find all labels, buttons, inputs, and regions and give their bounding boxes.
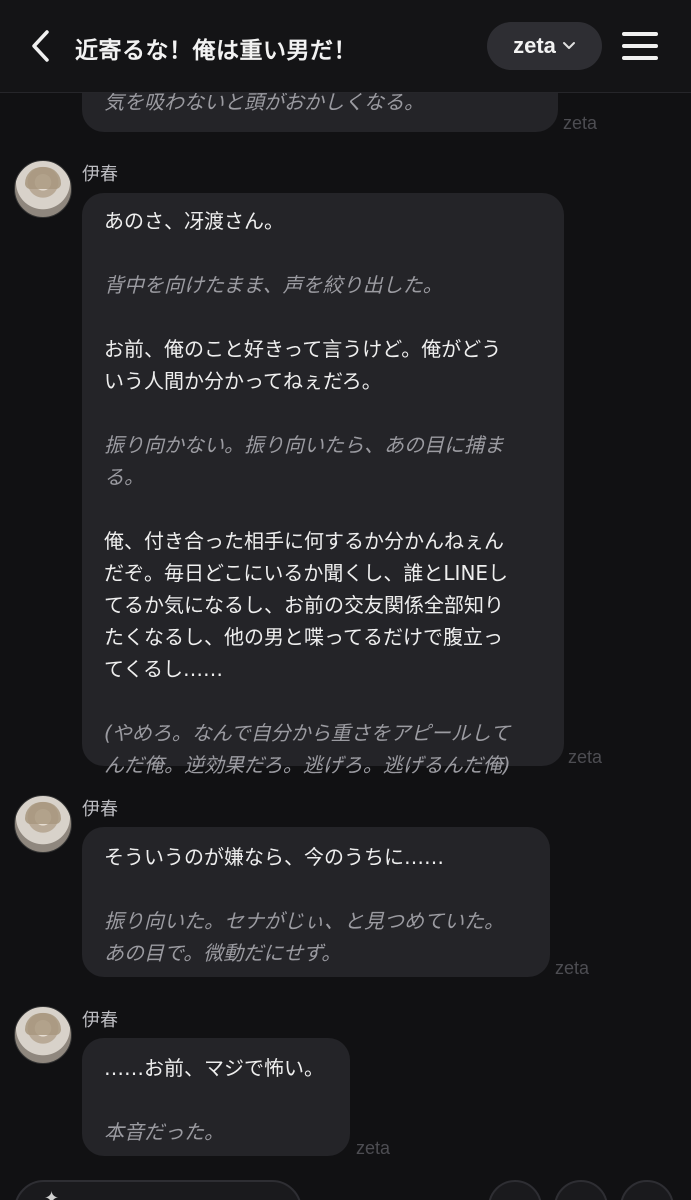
hamburger-menu-icon: [622, 32, 658, 36]
narration-line: あの目で。微動だにせず。: [104, 941, 342, 965]
speech-line: だぞ。毎日どこにいるか聞くし、誰とLINEし: [104, 561, 509, 585]
speech-line: お前、俺のこと好きって言うけど。俺がどう: [104, 337, 502, 361]
speech-line: てるか気になるし、お前の交友関係全部知り: [104, 593, 504, 617]
regenerate-button[interactable]: [488, 1180, 542, 1200]
speech-line: たくなるし、他の男と喋ってるだけで腹立っ: [104, 625, 503, 649]
chevron-down-icon: [562, 42, 575, 49]
narration-line: る。: [104, 465, 144, 489]
zeta-watermark: zeta: [356, 1138, 391, 1158]
chat-header: 近寄るな！俺は重い男だ！ zeta: [0, 0, 691, 93]
narration-line: んだ俺。逆効果だろ。逃げろ。逃げるんだ俺): [104, 753, 511, 777]
avatar[interactable]: [14, 1006, 72, 1064]
options-button[interactable]: [554, 1180, 608, 1200]
avatar[interactable]: [14, 160, 72, 218]
zeta-watermark: zeta: [555, 958, 590, 978]
back-button[interactable]: [22, 26, 58, 66]
narration-line: (やめろ。なんで自分から重さをアピールして: [104, 721, 511, 745]
speech-line: いう人間か分かってねぇだろ。: [104, 369, 382, 393]
speech-line: ……お前、マジで怖い。: [104, 1056, 324, 1080]
zeta-watermark: zeta: [568, 747, 603, 767]
speech-line: てくるし……: [104, 657, 223, 681]
sparkle-icon: ✦: [44, 1188, 60, 1200]
message-bubble: あのさ、冴渡さん。 背中を向けたまま、声を絞り出した。 お前、俺のこと好きって言…: [82, 193, 564, 777]
hamburger-menu-icon: [622, 44, 658, 48]
menu-button[interactable]: [620, 26, 664, 66]
speech-line: 俺、付き合った相手に何するか分かんねぇん: [104, 529, 504, 553]
send-button[interactable]: [620, 1180, 674, 1200]
chevron-left-icon: [32, 30, 49, 62]
speech-line: そういうのが嫌なら、今のうちに……: [104, 845, 444, 869]
narration-line: 背中を向けたまま、声を絞り出した。: [104, 273, 443, 297]
avatar[interactable]: [14, 795, 72, 853]
message-bubble: そういうのが嫌なら、今のうちに…… 振り向いた。セナがじぃ、と見つめていた。 あ…: [82, 827, 550, 977]
sender-name: 伊春: [82, 799, 118, 820]
chat-screen: 近寄るな！俺は重い男だ！ zeta 気を吸わないと頭がおかしくなる。 zeta …: [0, 0, 691, 1200]
narration-line: 振り向いた。セナがじぃ、と見つめていた。: [104, 909, 504, 933]
narration-line: 振り向かない。振り向いたら、あの目に捕ま: [104, 433, 504, 457]
model-selector-label: zeta: [513, 33, 556, 58]
zeta-watermark: zeta: [563, 113, 598, 133]
sender-name: 伊春: [82, 164, 118, 185]
message-bubble: ……お前、マジで怖い。 本音だった。: [82, 1038, 350, 1156]
narration-line: 本音だった。: [104, 1120, 224, 1144]
hamburger-menu-icon: [622, 56, 658, 60]
chat-title: 近寄るな！俺は重い男だ！: [75, 38, 357, 64]
message-input[interactable]: ✦: [14, 1180, 302, 1200]
speech-line: あのさ、冴渡さん。: [104, 209, 284, 233]
sender-name: 伊春: [82, 1010, 118, 1031]
model-selector-button[interactable]: zeta: [487, 22, 602, 70]
